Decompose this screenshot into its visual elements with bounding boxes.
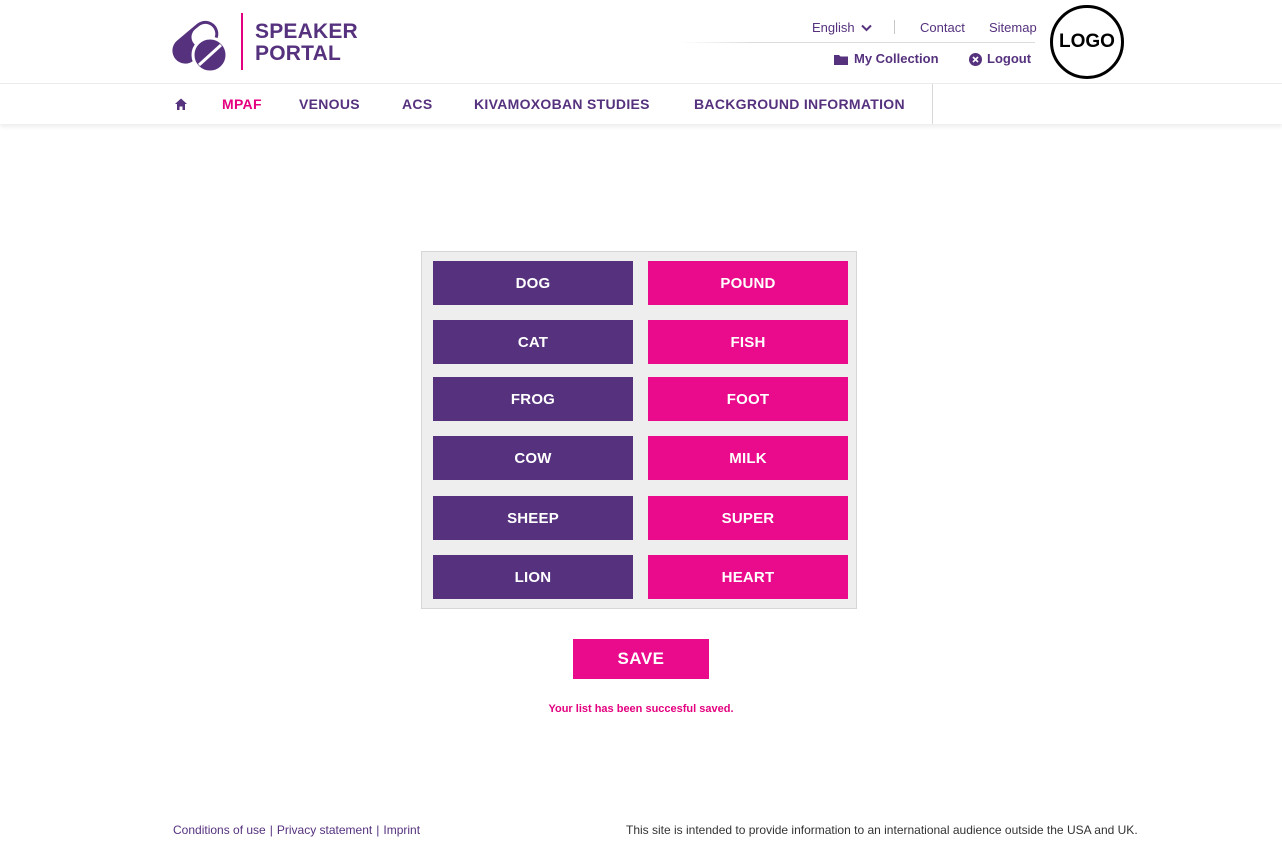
home-icon[interactable]	[173, 96, 189, 112]
save-button[interactable]: SAVE	[573, 639, 709, 679]
tile-left[interactable]: FROG	[433, 377, 633, 421]
nav-item-acs[interactable]: ACS	[402, 96, 432, 112]
sitemap-link[interactable]: Sitemap	[989, 20, 1037, 36]
header-divider	[894, 20, 895, 34]
chevron-down-icon	[860, 24, 872, 32]
partner-logo: LOGO	[1050, 5, 1124, 79]
nav-item-kivamoxoban-studies[interactable]: KIVAMOXOBAN STUDIES	[474, 96, 650, 112]
language-selector[interactable]: English	[812, 20, 872, 36]
contact-link[interactable]: Contact	[920, 20, 965, 36]
tile-left[interactable]: LION	[433, 555, 633, 599]
tile-right[interactable]: MILK	[648, 436, 848, 480]
brand-title-line1: SPEAKER	[255, 20, 358, 43]
save-status-message: Your list has been succesful saved.	[548, 703, 734, 715]
conditions-of-use-link[interactable]: Conditions of use	[173, 823, 266, 837]
nav-item-mpaf[interactable]: MPAF	[222, 96, 262, 112]
tile-left[interactable]: SHEEP	[433, 496, 633, 540]
imprint-link[interactable]: Imprint	[383, 823, 420, 837]
folder-icon	[834, 54, 848, 65]
tile-right[interactable]: POUND	[648, 261, 848, 305]
tile-left[interactable]: COW	[433, 436, 633, 480]
close-circle-icon	[969, 52, 982, 66]
tile-left[interactable]: CAT	[433, 320, 633, 364]
footer-links: Conditions of use | Privacy statement | …	[173, 823, 420, 837]
header-rule	[680, 42, 1035, 43]
footer-separator: |	[376, 823, 380, 837]
brand-logo-icon[interactable]	[166, 9, 230, 74]
tile-right[interactable]: FISH	[648, 320, 848, 364]
nav-item-background-information[interactable]: BACKGROUND INFORMATION	[694, 96, 905, 112]
nav-item-venous[interactable]: VENOUS	[299, 96, 360, 112]
tile-left[interactable]: DOG	[433, 261, 633, 305]
tile-right[interactable]: SUPER	[648, 496, 848, 540]
privacy-statement-link[interactable]: Privacy statement	[277, 823, 372, 837]
brand-title-line2: PORTAL	[255, 42, 341, 65]
my-collection-link[interactable]: My Collection	[834, 51, 939, 67]
language-label: English	[812, 20, 855, 35]
nav-divider	[932, 84, 933, 124]
tile-right[interactable]: FOOT	[648, 377, 848, 421]
logout-link[interactable]: Logout	[969, 51, 1031, 67]
my-collection-label: My Collection	[854, 51, 939, 66]
tile-right[interactable]: HEART	[648, 555, 848, 599]
footer-disclaimer: This site is intended to provide informa…	[626, 823, 1138, 837]
logout-label: Logout	[987, 51, 1032, 66]
brand-separator	[241, 13, 243, 70]
footer-separator: |	[269, 823, 273, 837]
